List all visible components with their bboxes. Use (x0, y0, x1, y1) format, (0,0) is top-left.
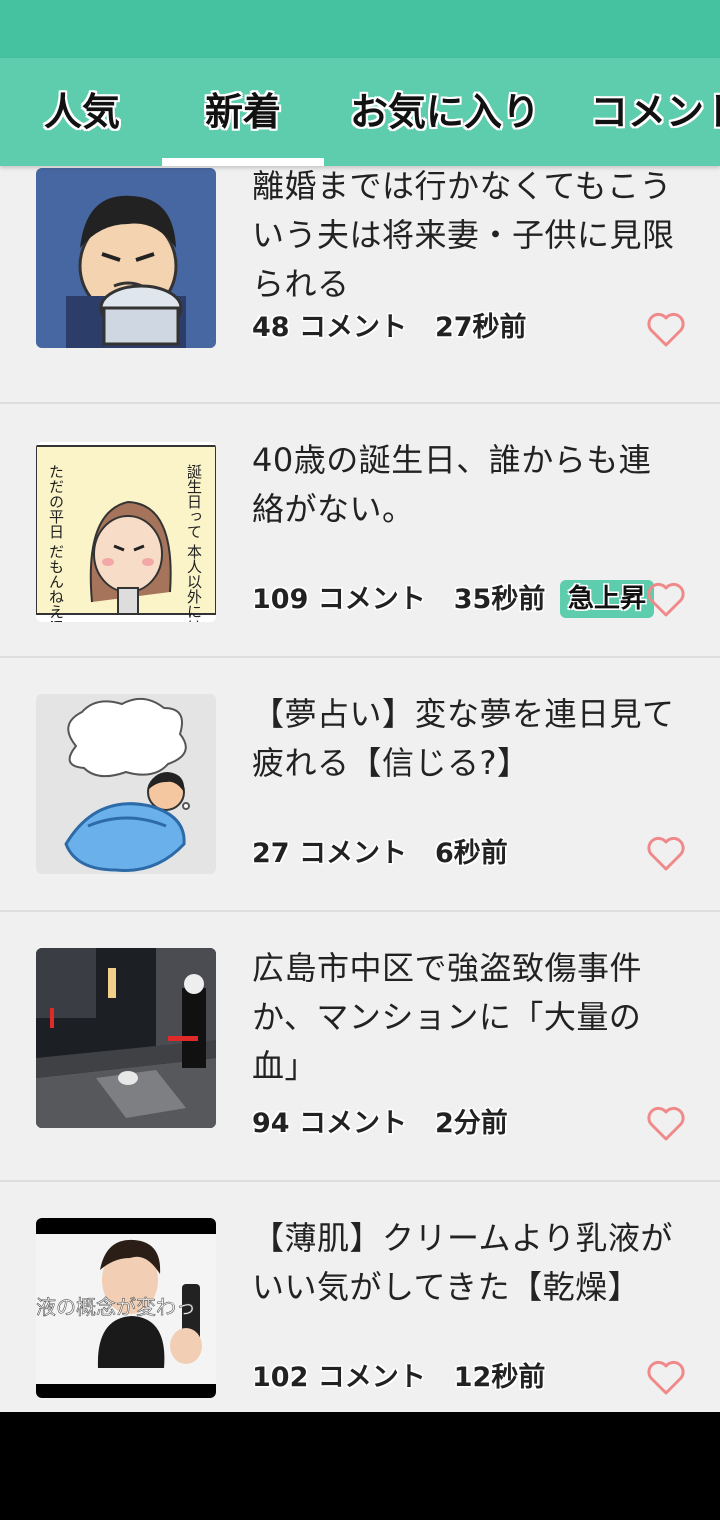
topic-meta: 102 コメント 12秒前 (252, 1356, 545, 1400)
topic-list: 離婚までは行かなくてもこういう夫は将来妻・子供に見限られる 48 コメント 27秒… (0, 166, 720, 1412)
thumbnail-image: 誕生日って 本人以外には ただの平日 だもんねえ! (36, 442, 216, 622)
post-time: 12秒前 (453, 1362, 546, 1393)
thumbnail-image (36, 168, 216, 348)
trending-badge: 急上昇 (560, 580, 655, 618)
thumbnail-image (36, 948, 216, 1128)
post-time: 6秒前 (434, 838, 508, 869)
heart-outline-icon[interactable] (646, 1106, 686, 1142)
list-item[interactable]: 広島市中区で強盗致傷事件か、マンションに「大量の血」 94 コメント 2分前 (0, 912, 720, 1182)
svg-text:液の概念が変わっ: 液の概念が変わっ (36, 1295, 196, 1319)
topic-meta: 109 コメント 35秒前 (252, 578, 545, 622)
comment-count: 109 コメント (252, 584, 426, 615)
comment-count: 94 コメント (252, 1108, 407, 1139)
topic-title[interactable]: 40歳の誕生日、誰からも連絡がない。 (252, 436, 682, 534)
post-time: 35秒前 (453, 584, 546, 615)
status-bar (0, 0, 720, 58)
comment-count: 48 コメント (252, 312, 407, 343)
tab-new[interactable]: 新着 (162, 58, 324, 166)
list-item[interactable]: 液の概念が変わっ 【薄肌】クリームより乳液がいい気がしてきた【乾燥】 102 コ… (0, 1182, 720, 1412)
comment-count: 102 コメント (252, 1362, 426, 1393)
post-time: 2分前 (434, 1108, 508, 1139)
list-item[interactable]: 誕生日って 本人以外には ただの平日 だもんねえ! 40歳の誕生日、誰からも連絡… (0, 404, 720, 658)
comment-count: 27 コメント (252, 838, 407, 869)
svg-text:ただの平日 だもんねえ!: ただの平日 だもんねえ! (47, 464, 65, 622)
tab-comments[interactable]: コメント (590, 58, 720, 166)
topic-title[interactable]: 離婚までは行かなくてもこういう夫は将来妻・子供に見限られる (252, 166, 682, 309)
topic-meta: 94 コメント 2分前 (252, 1102, 508, 1146)
list-item[interactable]: 離婚までは行かなくてもこういう夫は将来妻・子供に見限られる 48 コメント 27秒… (0, 166, 720, 404)
heart-outline-icon[interactable] (646, 312, 686, 348)
topic-meta: 27 コメント 6秒前 (252, 832, 508, 876)
tab-popular[interactable]: 人気 (36, 58, 128, 166)
topic-meta: 48 コメント 27秒前 (252, 306, 527, 350)
thumbnail-image (36, 694, 216, 874)
tab-bar: 人気 新着 お気に入り コメント (0, 58, 720, 166)
system-navigation-bar (0, 1412, 720, 1520)
thumbnail-image: 液の概念が変わっ (36, 1218, 216, 1398)
tab-favorites[interactable]: お気に入り (350, 58, 540, 166)
svg-text:誕生日って 本人以外には: 誕生日って 本人以外には (185, 464, 203, 622)
heart-outline-icon[interactable] (646, 836, 686, 872)
post-time: 27秒前 (434, 312, 527, 343)
topic-title[interactable]: 【薄肌】クリームより乳液がいい気がしてきた【乾燥】 (252, 1214, 682, 1312)
heart-outline-icon[interactable] (646, 1360, 686, 1396)
topic-title[interactable]: 【夢占い】変な夢を連日見て疲れる【信じる?】 (252, 690, 682, 788)
topic-title[interactable]: 広島市中区で強盗致傷事件か、マンションに「大量の血」 (252, 944, 682, 1091)
active-tab-indicator (162, 158, 324, 166)
heart-outline-icon[interactable] (646, 582, 686, 618)
list-item[interactable]: 【夢占い】変な夢を連日見て疲れる【信じる?】 27 コメント 6秒前 (0, 658, 720, 912)
